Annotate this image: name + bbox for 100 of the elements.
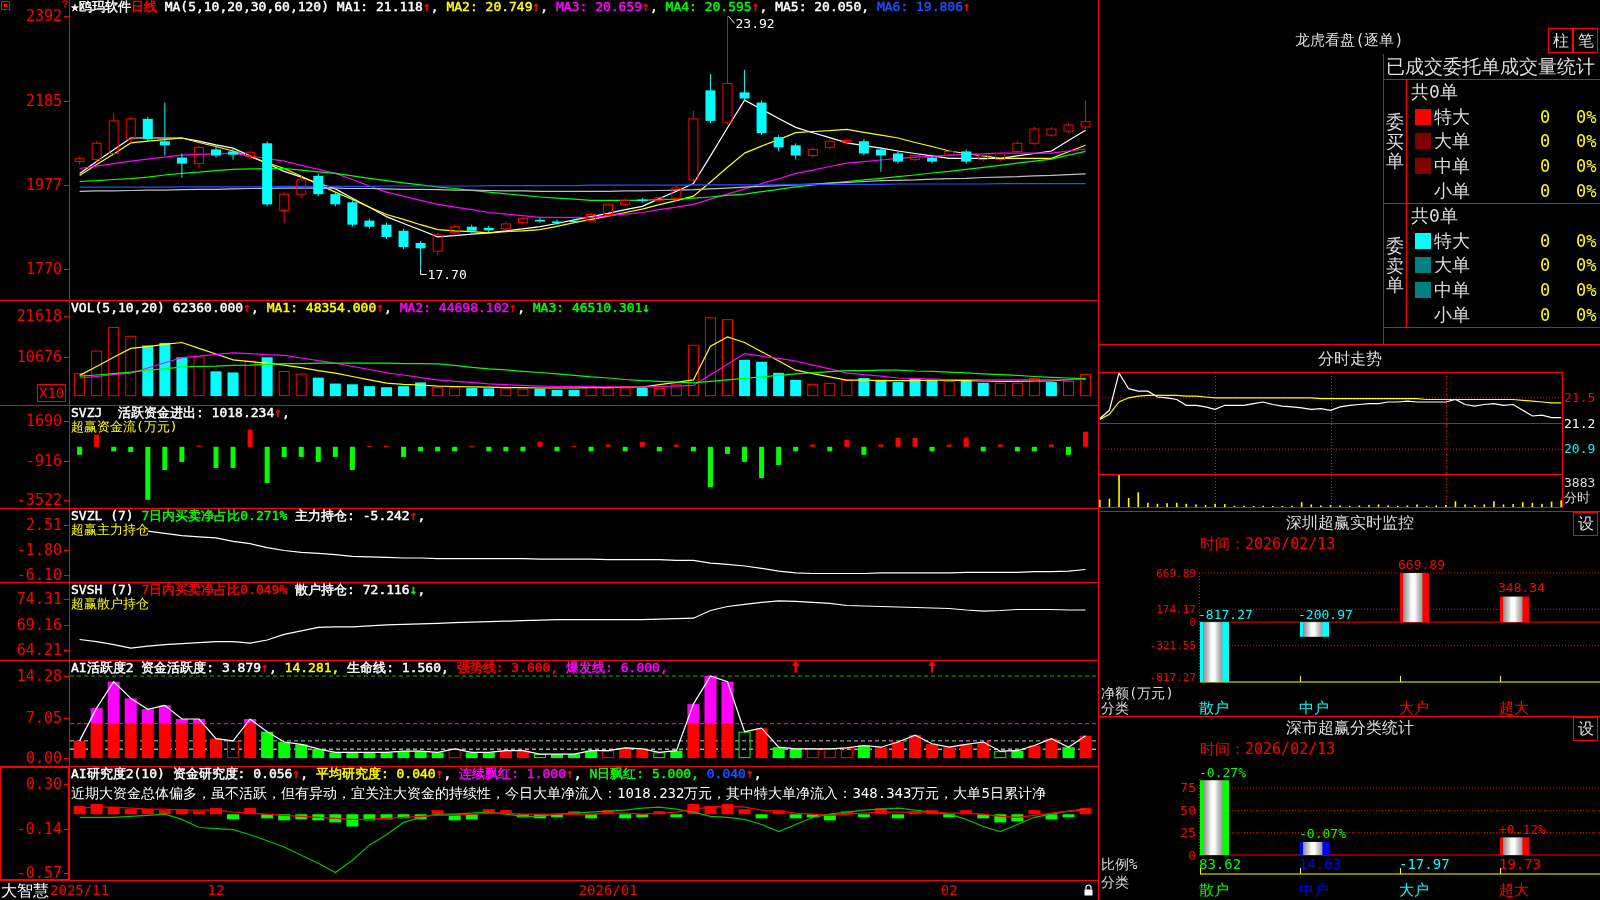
axis-label: 669.89 xyxy=(1156,566,1196,580)
analysis-text: 近期大资金总体偏多，虽不活跃，但有异动，宜关注大资金的持续性，今日大单净流入：1018.232万元，其中特大单净流入：348.343万元，大单5日累计净 xyxy=(71,784,1046,802)
indicator-legend: SVZJ 活跃资金进出: 1018.234↑, xyxy=(71,406,290,420)
table-title: 已成交委托单成交量统计 xyxy=(1386,55,1595,77)
change-label: -0.07% xyxy=(1299,826,1346,842)
order-count: 0 xyxy=(1539,304,1551,325)
axis-label: 1770 xyxy=(25,260,62,279)
panel-title: 分时走势 xyxy=(1317,348,1382,369)
axis-title: 分类 xyxy=(1101,874,1129,890)
category-label: 中户 xyxy=(1299,699,1329,716)
order-count: 0 xyxy=(1539,230,1551,251)
order-percent: 0% xyxy=(1576,304,1597,325)
axis-label: 2392 xyxy=(25,7,62,26)
axis-label: 1977 xyxy=(25,176,62,195)
axis-label: 0.30 xyxy=(25,774,62,793)
order-count: 0 xyxy=(1539,280,1551,301)
value-label: 348.34 xyxy=(1498,580,1545,596)
axis-label: 20.9 xyxy=(1564,442,1596,457)
value-label: 14.63 xyxy=(1299,856,1342,872)
panel-title: 深市超赢分类统计 xyxy=(1285,718,1414,738)
axis-label: -3522 xyxy=(16,491,62,508)
order-percent: 0% xyxy=(1576,156,1597,177)
order-percent: 0% xyxy=(1576,255,1597,276)
axis-label: 10676 xyxy=(16,347,62,366)
order-count: 0 xyxy=(1539,106,1551,127)
axis-label: -0.57 xyxy=(16,863,62,880)
order-count: 0 xyxy=(1539,255,1551,276)
order-type-label: 大单 xyxy=(1434,253,1470,278)
scale-unit-label: X10 xyxy=(37,384,67,402)
value-label: 19.73 xyxy=(1499,856,1542,872)
indicator-legend: VOL(5,10,20) 62360.000↑, MA1: 48354.000↑, MA2: 44698.102↑, MA3: 46510.301↓ xyxy=(71,301,651,315)
order-percent: 0% xyxy=(1576,131,1597,152)
axis-title: 分类 xyxy=(1101,700,1129,716)
group-label: 委买单 xyxy=(1386,111,1404,172)
indicator-caption: 超赢主力持仓 xyxy=(71,523,149,537)
app-name: 大智慧 xyxy=(0,881,49,900)
category-label: 散户 xyxy=(1199,881,1229,899)
axis-label: 64.21 xyxy=(16,641,62,660)
order-type-label: 特大 xyxy=(1434,104,1470,129)
axis-label: -916 xyxy=(25,451,62,470)
axis-label: 14.28 xyxy=(16,667,62,686)
indicator-legend: AI活跃度2 资金活跃度: 3.879↑, 14.281, 生命线: 1.560, 强势线: 3.000, 爆发线: 6.000, xyxy=(71,661,668,675)
indicator-legend: SVZL (7) 7日内买卖净占比0.271% 主力持仓: -5.242↑, xyxy=(71,509,426,523)
order-total: 共0单 xyxy=(1411,80,1458,105)
category-label: 中户 xyxy=(1299,881,1329,899)
order-total: 共0单 xyxy=(1411,204,1458,229)
date-label: 12 xyxy=(207,881,225,899)
axis-label: 1690 xyxy=(25,412,62,431)
axis-label: 0 xyxy=(1188,847,1196,863)
date-label: 02 xyxy=(940,881,958,899)
category-label: 散户 xyxy=(1199,699,1229,716)
category-label: 超大 xyxy=(1499,699,1529,716)
axis-title: 分时 xyxy=(1564,491,1590,505)
axis-label: 0 xyxy=(1189,615,1196,629)
axis-label: 0.00 xyxy=(25,749,62,766)
axis-label: 21618 xyxy=(16,307,62,326)
axis-label: -1.80 xyxy=(16,540,62,559)
category-label: 大户 xyxy=(1399,881,1429,899)
value-label: 669.89 xyxy=(1398,556,1445,572)
order-type-label: 中单 xyxy=(1434,278,1470,303)
value-label: -17.97 xyxy=(1399,856,1450,872)
axis-label: -0.14 xyxy=(16,819,62,838)
order-percent: 0% xyxy=(1576,106,1597,127)
order-count: 0 xyxy=(1539,131,1551,152)
axis-label: 174.17 xyxy=(1156,602,1196,616)
order-type-label: 小单 xyxy=(1434,302,1470,327)
axis-label: 74.31 xyxy=(16,589,62,608)
axis-label: 21.5 xyxy=(1564,390,1596,405)
date-label: 2025/11 xyxy=(50,881,110,899)
panel-title: 深圳超赢实时监控 xyxy=(1285,513,1414,533)
group-label: 委卖单 xyxy=(1386,235,1404,296)
date-label: 2026/01 xyxy=(578,881,638,899)
indicator-legend: AI研究度2(10) 资金研究度: 0.056↑, 平均研究度: 0.040↑, 连续飘红: 1.000↑, N日飘红: 5.000, 0.040↑, xyxy=(71,767,762,781)
timestamp: 时间：2026/02/13 xyxy=(1200,740,1336,758)
change-label: -0.27% xyxy=(1199,764,1246,780)
category-label: 超大 xyxy=(1499,881,1529,899)
axis-label: 2185 xyxy=(25,91,62,110)
axis-label: 69.16 xyxy=(16,616,62,634)
axis-label: -321.55 xyxy=(1149,639,1196,653)
change-label: +0.12% xyxy=(1499,821,1546,837)
axis-label: 21.2 xyxy=(1564,416,1596,431)
axis-label: 2.51 xyxy=(25,516,62,535)
timestamp: 时间：2026/02/13 xyxy=(1200,535,1336,553)
order-type-label: 中单 xyxy=(1434,154,1470,179)
indicator-caption: 超赢散户持仓 xyxy=(71,597,149,611)
order-type-label: 小单 xyxy=(1434,178,1470,203)
order-percent: 0% xyxy=(1576,180,1597,201)
value-label: -817.27 xyxy=(1198,606,1253,622)
value-label: -200.97 xyxy=(1298,606,1353,622)
panel-title: 龙虎看盘(逐单) xyxy=(1295,31,1404,49)
axis-label: 25 xyxy=(1180,825,1196,841)
order-percent: 0% xyxy=(1576,230,1597,251)
axis-title: 净额(万元) xyxy=(1101,685,1174,701)
indicator-legend: ★鸥玛软件日线 MA(5,10,20,30,60,120) MA1: 21.118↑, MA2: 20.749↑, MA3: 20.659↑, MA4: 20.595↑, MA5: 20.050, MA6: 19.806↑ xyxy=(71,0,971,14)
axis-label: -817.27 xyxy=(1149,671,1196,684)
order-percent: 0% xyxy=(1576,280,1597,301)
category-label: 大户 xyxy=(1399,699,1429,716)
indicator-caption: 超赢资金流(万元) xyxy=(71,420,178,434)
order-type-label: 大单 xyxy=(1434,129,1470,154)
order-type-label: 特大 xyxy=(1434,228,1470,253)
